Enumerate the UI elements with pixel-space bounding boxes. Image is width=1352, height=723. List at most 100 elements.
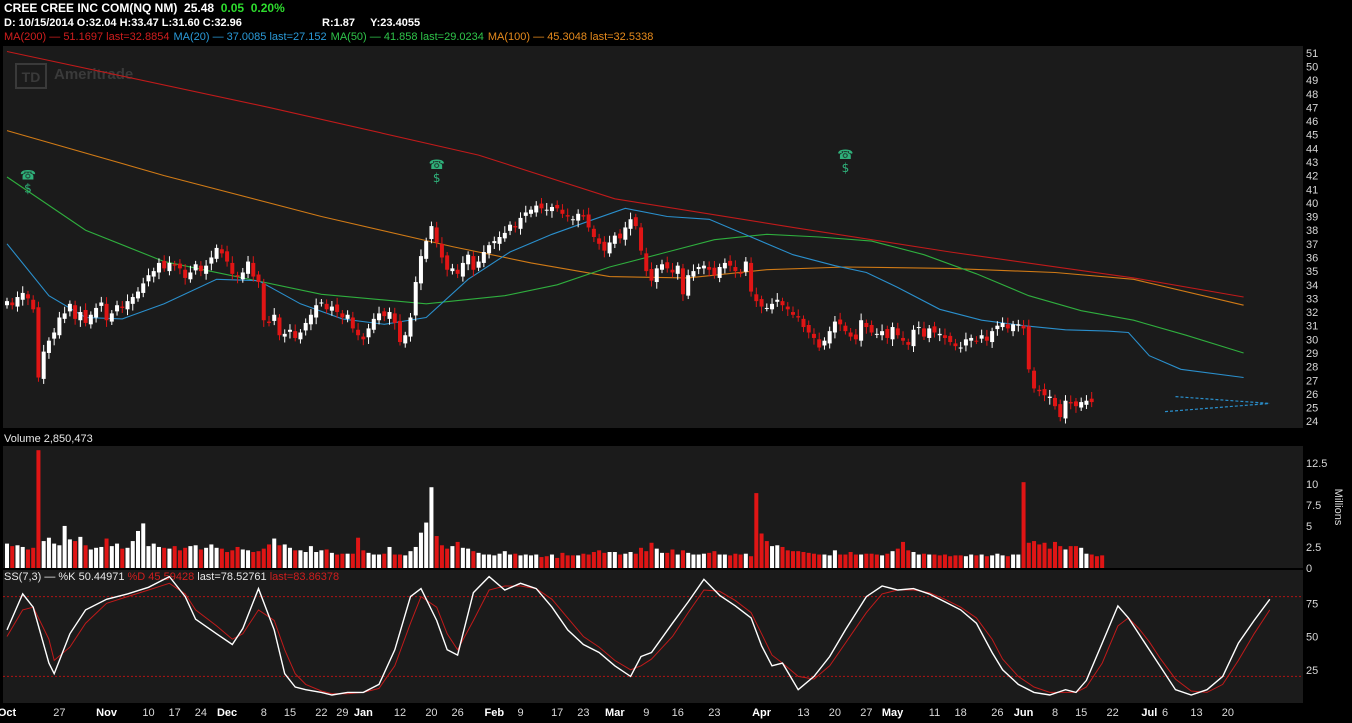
candle-body [722,262,727,269]
volume-bar [46,537,51,568]
volume-bar [429,487,434,568]
x-axis-label: 6 [1162,707,1168,719]
candle-body [733,267,738,272]
candle-body [99,302,104,306]
price-axis-label: 34 [1306,280,1318,292]
candle-body [916,327,921,329]
candle-body [963,339,968,346]
candle-body [764,307,769,309]
volume-bar [654,548,659,568]
volume-bar [377,554,382,568]
candle-body [953,343,958,347]
candle-body [523,212,528,216]
volume-bar [94,547,99,568]
volume-bar [644,551,649,568]
volume-bar [618,554,623,568]
price-axis-label: 50 [1306,61,1318,73]
volume-bar [403,555,408,568]
candle-body [62,313,67,319]
volume-bar [240,549,245,568]
price-axis-label: 35 [1306,266,1318,278]
volume-bar [445,548,450,568]
candle-body [948,335,953,343]
volume-bar [1000,555,1005,568]
candle-body [481,252,486,263]
volume-bar [1032,541,1037,568]
x-axis-label: 13 [797,707,809,719]
volume-bar [759,533,764,568]
volume-bar [204,547,209,568]
candle-body [1042,389,1047,396]
volume-bar [172,546,177,568]
price-axis-label: 36 [1306,252,1318,264]
volume-bar [350,553,355,568]
candle-body [696,267,701,270]
candle-body [581,215,586,217]
price-axis-label: 51 [1306,48,1318,60]
candle-body [770,303,775,310]
candle-body [623,227,628,240]
volume-bar [214,547,219,568]
volume-bar [287,547,292,568]
volume-axis-label: 7.5 [1306,500,1321,512]
volume-bar [492,555,497,568]
volume-bar [864,553,869,568]
volume-bar [591,552,596,568]
volume-bar [1079,547,1084,568]
volume-bar [62,525,67,568]
volume-bar [770,546,775,568]
candle-body [392,313,397,323]
candle-body [759,299,764,307]
candle-body [235,275,240,277]
candle-body [94,307,99,318]
candle-body [906,342,911,345]
volume-bar [413,546,418,568]
candle-body [57,317,62,336]
volume-bar [335,554,340,568]
candle-body [534,205,539,213]
volume-bar [324,549,329,568]
candle-body [67,303,72,312]
volume-unit-label: Millions [1332,489,1344,526]
price-axis-label: 37 [1306,239,1318,251]
volume-bar [607,552,612,568]
candle-body [942,335,947,338]
volume-bar [581,553,586,568]
candle-body [340,313,345,318]
volume-bar [817,554,822,568]
candle-body [214,247,219,259]
candle-body [1089,398,1094,403]
volume-bar [764,541,769,568]
volume-bar [188,546,193,568]
logo-mark: TD [22,69,41,85]
volume-bar [356,537,361,568]
volume-bar [319,550,324,568]
volume-bar [890,551,895,568]
volume-axis-label: 5 [1306,521,1312,533]
candle-body [146,275,151,282]
x-axis-label: 17 [169,707,181,719]
candle-body [25,294,30,299]
volume-bar [235,546,240,568]
candle-body [36,307,41,378]
x-axis-label: Jul [1141,707,1157,719]
candle-body [219,249,224,254]
candle-body [586,214,591,228]
dollar-icon: $ [433,171,441,185]
candle-body [974,340,979,342]
candle-body [1047,396,1052,398]
candle-body [995,325,1000,330]
volume-bar [937,555,942,568]
candle-body [204,265,209,274]
x-axis-label: 9 [517,707,523,719]
volume-bar [303,552,308,568]
volume-bar [156,546,161,568]
candle-body [361,336,366,340]
volume-bar [392,554,397,568]
volume-bar [901,541,906,568]
candle-body [555,204,560,209]
candle-body [701,265,706,269]
volume-bar [848,552,853,568]
volume-bar [948,556,953,568]
candle-body [156,262,161,273]
